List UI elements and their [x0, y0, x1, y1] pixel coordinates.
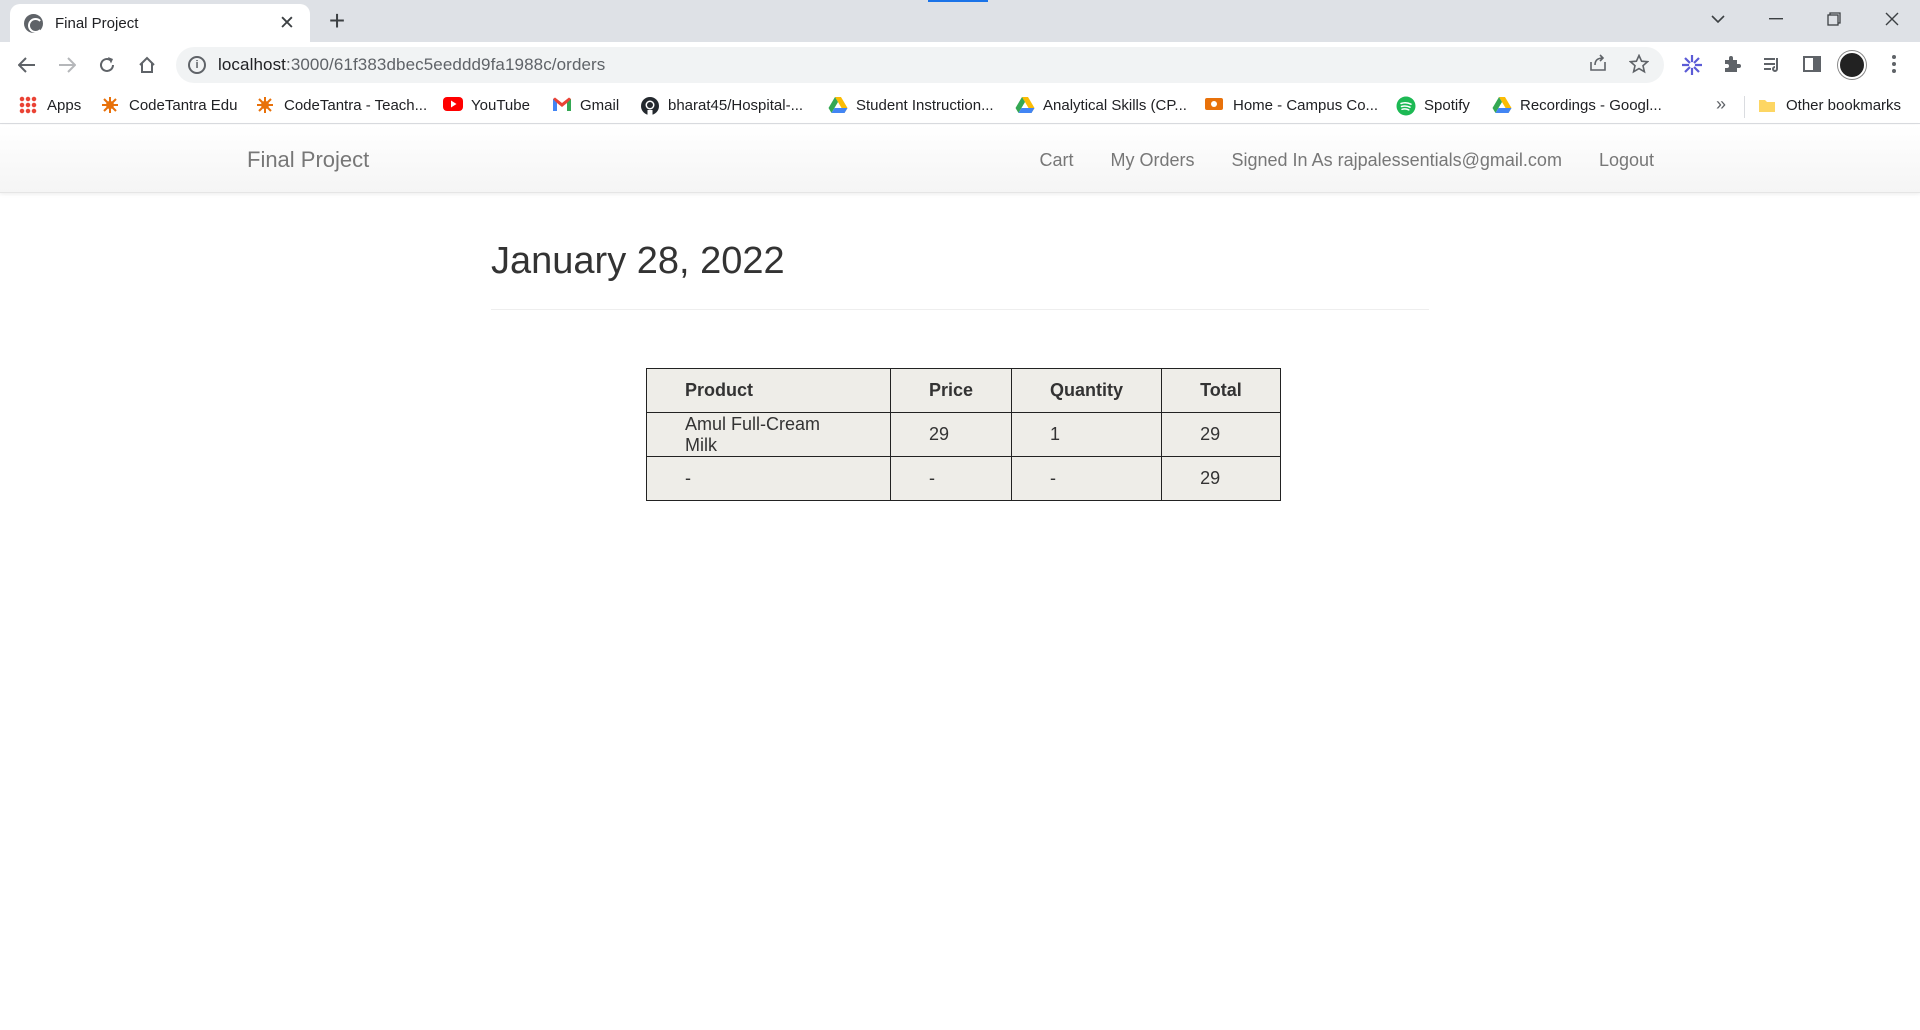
- spotify-icon: [1396, 96, 1416, 116]
- apps-grid-icon: [19, 96, 37, 114]
- column-header-price: Price: [889, 368, 1013, 413]
- address-bar[interactable]: i localhost:3000/61f383dbec5eeddd9fa1988…: [176, 47, 1664, 83]
- column-header-product: Product: [646, 368, 891, 413]
- bookmarks-bar: Apps CodeTantra Edu CodeTantra - Teach..…: [0, 88, 1920, 124]
- folder-icon: [1758, 96, 1776, 114]
- extension-sparkle-icon[interactable]: [1680, 54, 1704, 78]
- profile-avatar[interactable]: [1838, 51, 1866, 79]
- cell-grand-total: 29: [1161, 456, 1281, 501]
- menu-dots-icon[interactable]: [1882, 54, 1906, 78]
- cell-product: Amul Full-Cream Milk: [646, 412, 891, 457]
- codetantra-icon: [256, 96, 274, 114]
- nav-signed-in-as[interactable]: Signed In As rajpalessentials@gmail.com: [1232, 150, 1562, 171]
- youtube-icon: [443, 96, 463, 114]
- home-button[interactable]: [130, 48, 164, 82]
- more-bookmarks-button[interactable]: »: [1716, 94, 1726, 115]
- drive-icon: [1015, 96, 1035, 114]
- browser-toolbar: i localhost:3000/61f383dbec5eeddd9fa1988…: [0, 42, 1920, 88]
- github-icon: [640, 96, 659, 115]
- campus-icon: [1205, 96, 1223, 114]
- bookmark-gmail[interactable]: Gmail: [552, 96, 619, 114]
- drive-icon: [1492, 96, 1512, 114]
- new-tab-button[interactable]: +: [322, 6, 352, 36]
- gmail-icon: [552, 96, 571, 114]
- bookmark-codetantra-edu[interactable]: CodeTantra Edu: [101, 96, 237, 114]
- site-info-icon[interactable]: i: [188, 56, 206, 74]
- order-table: Product Price Quantity Total Amul Full-C…: [646, 368, 1281, 501]
- minimize-button[interactable]: [1748, 0, 1804, 38]
- share-icon[interactable]: [1587, 54, 1609, 76]
- bookmark-analytical-skills[interactable]: Analytical Skills (CP...: [1015, 96, 1187, 114]
- cell-price: 29: [889, 412, 1013, 457]
- side-panel-icon[interactable]: [1800, 54, 1824, 78]
- cell-total: 29: [1161, 412, 1281, 457]
- codetantra-icon: [101, 96, 119, 114]
- tab-title: Final Project: [55, 14, 139, 32]
- back-button[interactable]: [10, 48, 44, 82]
- nav-link-logout[interactable]: Logout: [1599, 150, 1654, 171]
- bookmark-home-campus[interactable]: Home - Campus Co...: [1205, 96, 1378, 114]
- heading-divider: [491, 309, 1429, 310]
- globe-icon: [24, 13, 43, 33]
- bookmark-spotify[interactable]: Spotify: [1396, 96, 1470, 116]
- close-window-button[interactable]: [1864, 0, 1920, 38]
- bookmark-recordings[interactable]: Recordings - Googl...: [1492, 96, 1662, 114]
- bookmark-youtube[interactable]: YouTube: [443, 96, 530, 114]
- column-header-quantity: Quantity: [1011, 368, 1163, 413]
- cell-quantity: -: [1011, 456, 1163, 501]
- forward-button[interactable]: [50, 48, 84, 82]
- bookmark-star-icon[interactable]: [1628, 53, 1650, 76]
- cell-quantity: 1: [1011, 412, 1163, 457]
- cell-product: -: [646, 456, 891, 501]
- order-date-heading: January 28, 2022: [491, 240, 785, 282]
- tab-strip-accent: [928, 0, 988, 2]
- nav-link-my-orders[interactable]: My Orders: [1110, 150, 1194, 171]
- tab-strip: Final Project ✕ +: [0, 0, 1920, 42]
- extensions-puzzle-icon[interactable]: [1720, 54, 1744, 78]
- site-navbar: Final Project Cart My Orders Signed In A…: [0, 125, 1920, 193]
- browser-tab[interactable]: Final Project ✕: [10, 4, 310, 42]
- navbar-brand[interactable]: Final Project: [247, 147, 369, 173]
- bookmark-student-instruction[interactable]: Student Instruction...: [828, 96, 994, 114]
- navbar-links: Cart My Orders Signed In As rajpalessent…: [1039, 150, 1654, 171]
- restore-button[interactable]: [1806, 0, 1862, 38]
- table-header-row: Product Price Quantity Total: [646, 368, 1281, 413]
- bookmarks-separator: [1744, 96, 1745, 118]
- reload-button[interactable]: [90, 48, 124, 82]
- tab-close-button[interactable]: ✕: [276, 12, 298, 35]
- nav-link-cart[interactable]: Cart: [1039, 150, 1073, 171]
- url-text: localhost:3000/61f383dbec5eeddd9fa1988c/…: [218, 55, 606, 74]
- cell-price: -: [889, 456, 1013, 501]
- bookmark-github[interactable]: bharat45/Hospital-...: [640, 96, 803, 115]
- tab-search-icon[interactable]: [1690, 0, 1746, 38]
- column-header-total: Total: [1161, 368, 1281, 413]
- drive-icon: [828, 96, 848, 114]
- table-summary-row: - - - 29: [646, 456, 1281, 501]
- bookmark-codetantra-teach[interactable]: CodeTantra - Teach...: [256, 96, 427, 114]
- other-bookmarks-folder[interactable]: Other bookmarks: [1758, 96, 1901, 114]
- bookmark-apps[interactable]: Apps: [19, 96, 81, 114]
- reading-list-icon[interactable]: [1760, 54, 1784, 78]
- table-row: Amul Full-Cream Milk 29 1 29: [646, 412, 1281, 457]
